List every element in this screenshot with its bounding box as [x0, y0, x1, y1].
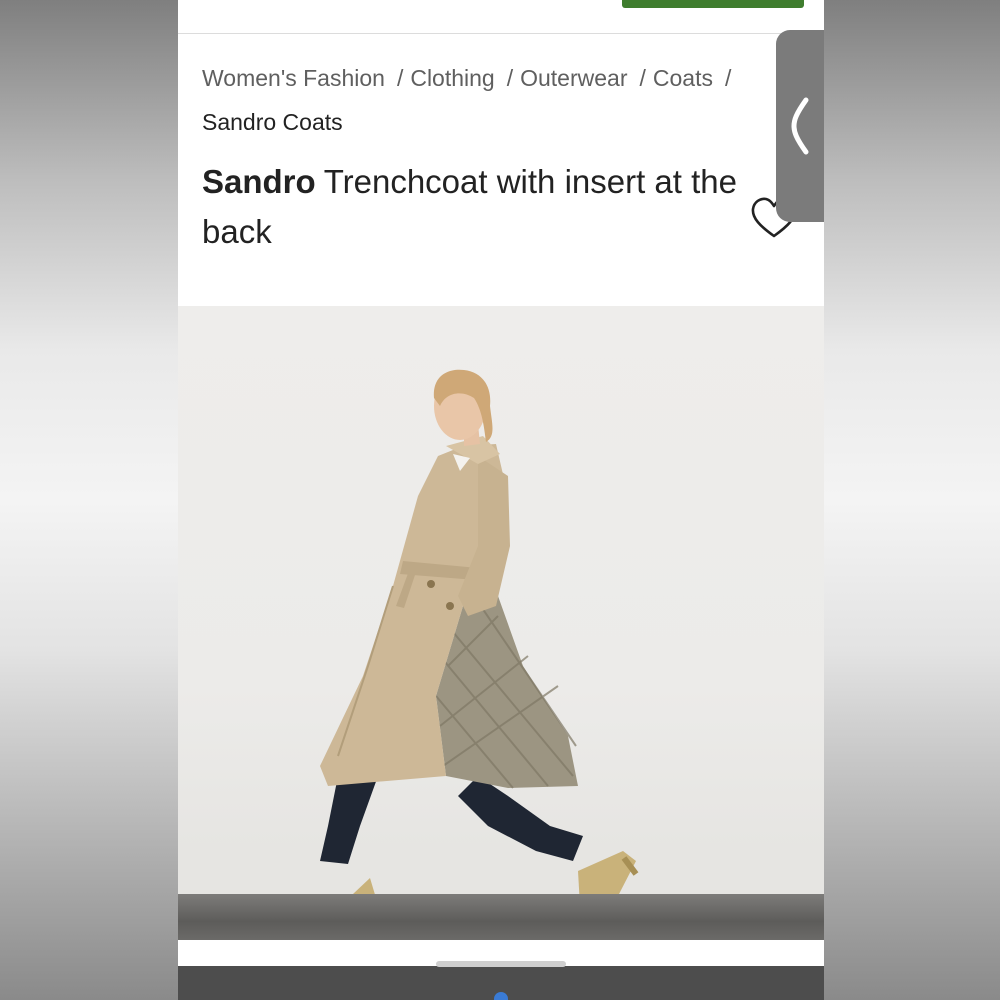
breadcrumb-outerwear[interactable]: Outerwear [520, 65, 627, 91]
product-brand[interactable]: Sandro [202, 163, 316, 200]
breadcrumb-separator: / [639, 65, 646, 91]
sheet-drag-handle[interactable] [436, 961, 566, 967]
top-bar [178, 0, 824, 34]
backdrop-left [0, 0, 178, 1000]
breadcrumb-current: Sandro Coats [202, 109, 343, 135]
buy-button[interactable] [622, 0, 804, 8]
breadcrumb-coats[interactable]: Coats [653, 65, 713, 91]
breadcrumb-separator: / [396, 65, 404, 91]
floor [178, 894, 824, 940]
breadcrumb-separator: / [506, 65, 514, 91]
breadcrumb: Women's Fashion / Clothing / Outerwear / Coats… [202, 56, 782, 144]
model-illustration [303, 369, 639, 918]
breadcrumb-clothing[interactable]: Clothing [410, 65, 494, 91]
page-indicator [494, 992, 508, 1000]
breadcrumb-separator: / [724, 65, 732, 91]
breadcrumb-womens-fashion[interactable]: Women's Fashion [202, 65, 385, 91]
chevron-left-icon [791, 97, 809, 155]
side-panel-tab[interactable] [776, 30, 824, 222]
phone-screen: Women's Fashion / Clothing / Outerwear / Coats… [178, 0, 824, 1000]
backdrop-right [824, 0, 1000, 1000]
product-title: Sandro Trenchcoat with insert at the back [202, 157, 762, 257]
product-image[interactable] [178, 306, 824, 940]
